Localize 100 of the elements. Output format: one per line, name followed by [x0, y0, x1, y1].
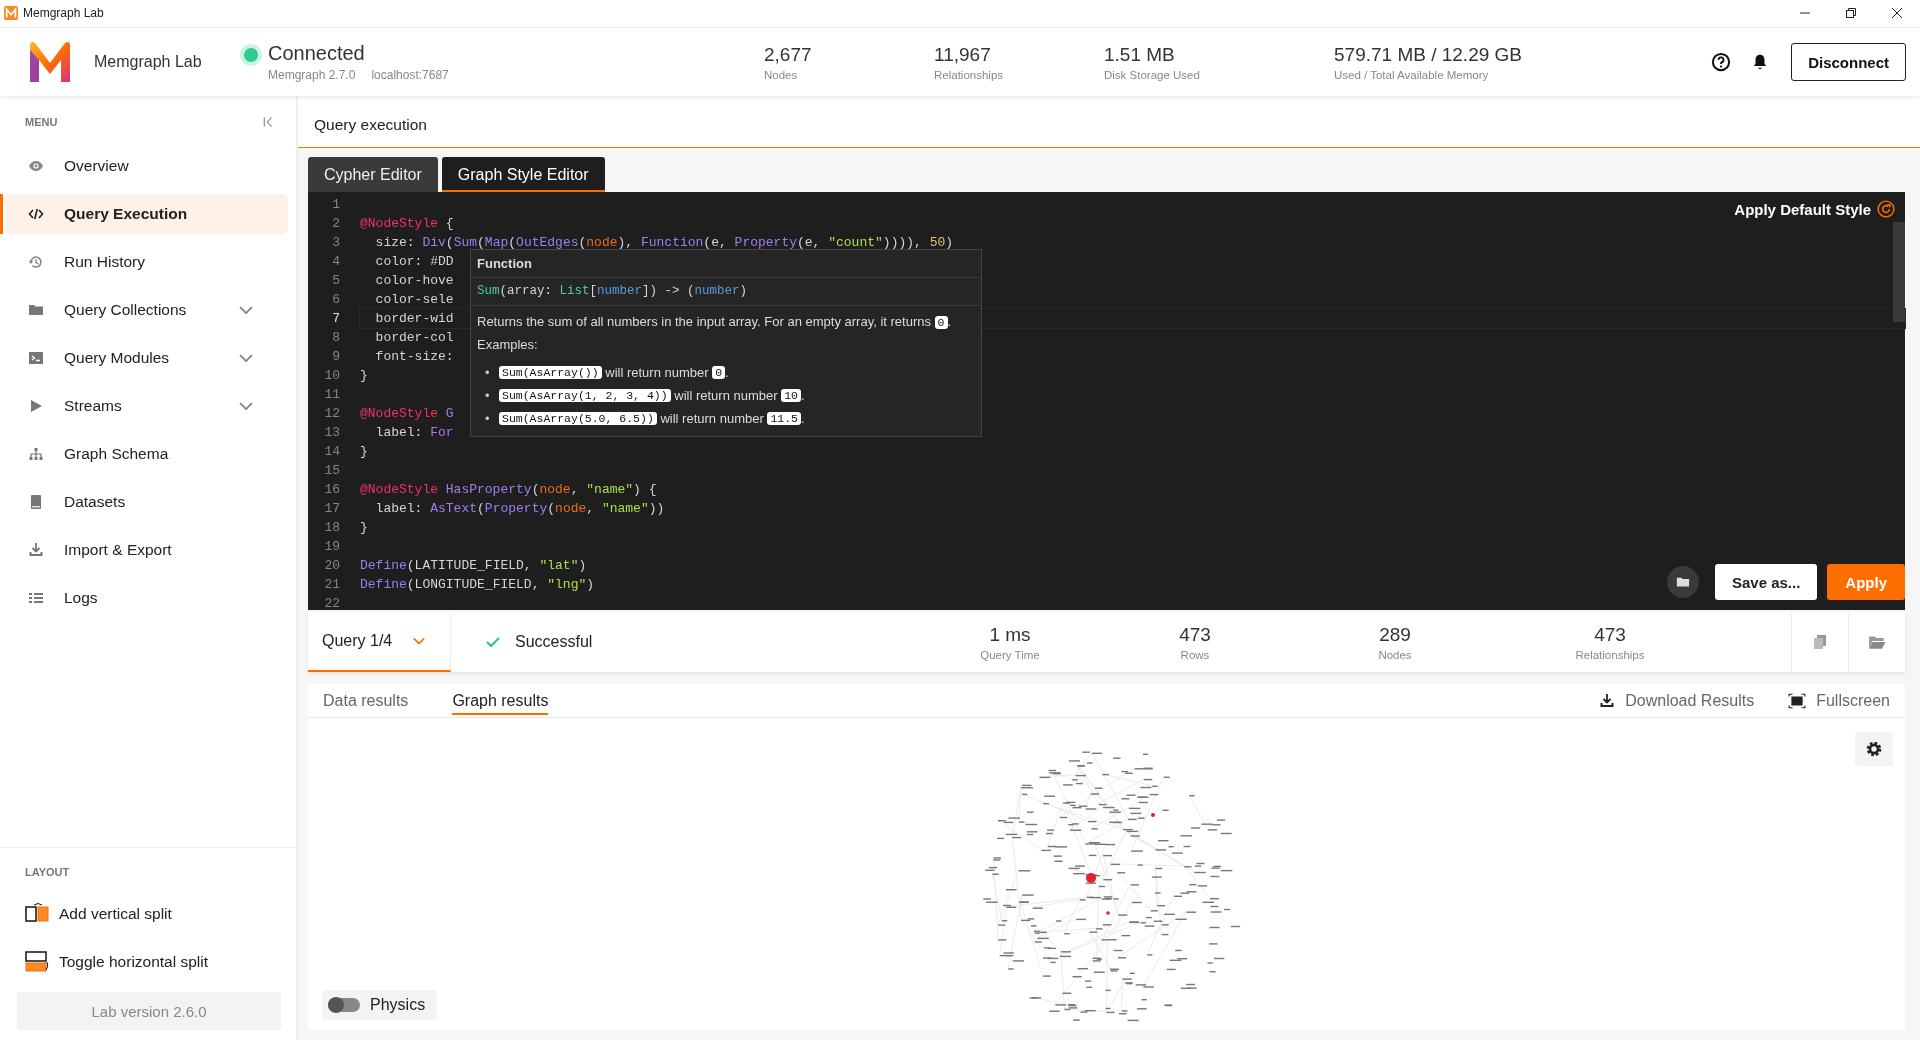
history-icon	[28, 254, 44, 270]
host-label: localhost:7687	[371, 68, 449, 82]
code-line: font-size:	[374, 348, 454, 366]
code-icon	[28, 206, 44, 222]
sidebar-item[interactable]: Import & Export	[0, 530, 288, 570]
version-label: Lab version 2.6.0	[17, 992, 281, 1030]
book-icon	[28, 494, 44, 510]
code-line: color: #DD	[374, 253, 454, 271]
section-heading: LAYOUT	[25, 866, 70, 878]
stat-value: 289	[1379, 623, 1411, 646]
editor-tab[interactable]: Graph Style Editor	[441, 157, 605, 192]
stat-label: Used / Total Available Memory	[1334, 68, 1490, 81]
graph-node-labels[interactable]	[983, 751, 1241, 1022]
stat-value: 579.71 MB / 12.29 GB	[1334, 43, 1523, 66]
graph-node[interactable]	[1151, 813, 1155, 817]
function-signature: Sum(array: List[number]) -> (number)	[471, 278, 981, 306]
download-results-button[interactable]: Download Results	[1599, 691, 1755, 710]
stat-label: Nodes	[1378, 648, 1412, 661]
line-number: 9	[331, 349, 341, 364]
line-number: 11	[323, 387, 341, 402]
code-line: size: Div(Sum(Map(OutEdges(node), Function(e, Property(e, "count")))), 50)	[374, 234, 954, 252]
folder-icon	[1675, 575, 1690, 589]
stat-label: Query Time	[980, 648, 1040, 661]
line-number: 18	[323, 520, 341, 535]
sidebar-item[interactable]: Run History	[0, 242, 288, 282]
layout-item[interactable]: Add vertical split	[0, 894, 296, 934]
line-number: 13	[323, 425, 341, 440]
query-status: Successful	[515, 633, 593, 651]
line-number: 1	[331, 197, 341, 212]
minimize-icon	[1800, 12, 1810, 14]
fullscreen-icon	[1788, 691, 1807, 710]
connection-status: Connected	[268, 42, 366, 65]
line-number: 10	[323, 368, 341, 383]
terminal-icon	[28, 350, 44, 366]
stat-value: 473	[1594, 623, 1626, 646]
stat-value: 2,677	[764, 43, 813, 66]
function-description: Returns the sum of all numbers in the input array. For an empty array, it returns 0 .	[476, 313, 953, 331]
copy-icon	[1812, 634, 1828, 650]
graph-node[interactable]	[1106, 911, 1110, 915]
code-line: }	[360, 443, 368, 461]
example-item: • Sum(AsArray()) will return number 0 .	[485, 363, 730, 382]
code-line: label: For	[374, 424, 454, 442]
window-title: Memgraph Lab	[23, 6, 104, 20]
example-item: • Sum(AsArray(5.0, 6.5)) will return number 11.5 .	[485, 409, 806, 428]
layout-item[interactable]: Toggle horizontal split	[0, 942, 296, 982]
sidebar-item[interactable]: Streams	[0, 386, 288, 426]
sidebar-item[interactable]: Overview	[0, 146, 288, 186]
page-title: Query execution	[298, 96, 1920, 148]
sidebar-item[interactable]: Logs	[0, 578, 288, 618]
stat-label: Nodes	[764, 68, 799, 81]
stat-value: 1.51 MB	[1104, 43, 1176, 66]
sidebar-item[interactable]: Datasets	[0, 482, 288, 522]
line-number: 8	[331, 330, 341, 345]
line-number: 4	[331, 254, 341, 269]
download-icon	[28, 542, 44, 558]
line-number: 7	[331, 311, 341, 326]
results-tab[interactable]: Data results	[323, 686, 409, 715]
physics-toggle[interactable]	[328, 998, 360, 1012]
line-number: 16	[323, 482, 341, 497]
restore-icon	[1846, 8, 1856, 18]
open-file-button[interactable]	[1666, 566, 1699, 598]
results-tab[interactable]: Graph results	[452, 686, 549, 715]
code-line: }	[360, 367, 368, 385]
folder-icon	[1868, 633, 1886, 651]
fullscreen-button[interactable]: Fullscreen	[1788, 691, 1890, 710]
save-as-button[interactable]: Save as...	[1714, 564, 1818, 600]
line-number: 21	[323, 577, 341, 592]
collapse-icon[interactable]	[262, 116, 274, 128]
refresh-icon	[1877, 200, 1895, 218]
sidebar-item[interactable]: Query Modules	[0, 338, 288, 378]
schema-icon	[28, 446, 44, 462]
apply-default-style-button[interactable]: Apply Default Style	[1734, 200, 1895, 218]
code-line: color-sele	[374, 291, 454, 309]
play-icon	[28, 398, 44, 414]
settings-button[interactable]	[1855, 732, 1893, 766]
line-number: 5	[331, 273, 341, 288]
code-line: Define(LONGITUDE_FIELD, "lng")	[360, 576, 595, 594]
stat-label: Disk Storage Used	[1104, 68, 1201, 81]
line-number: 22	[323, 596, 341, 611]
code-line: label: AsText(Property(node, "name"))	[374, 500, 665, 518]
line-number: 14	[323, 444, 341, 459]
query-selector[interactable]: Query 1/4	[308, 612, 451, 672]
horizontal-split-icon	[25, 950, 51, 974]
graph-node[interactable]	[1086, 873, 1096, 883]
stat-label: Rows	[1180, 648, 1210, 661]
example-item: • Sum(AsArray(1, 2, 3, 4)) will return number 10 .	[485, 386, 806, 405]
physics-label: Physics	[370, 996, 426, 1014]
app-name: Memgraph Lab	[94, 53, 203, 71]
stat-label: Relationships	[934, 68, 1005, 81]
help-icon[interactable]	[1711, 52, 1732, 72]
scrollbar[interactable]	[1893, 222, 1905, 322]
sidebar-item[interactable]: Query Collections	[0, 290, 288, 330]
sidebar-item[interactable]: Graph Schema	[0, 434, 288, 474]
code-line: @NodeStyle HasProperty(node, "name") {	[360, 481, 657, 499]
code-line: }	[360, 519, 368, 537]
line-number: 17	[323, 501, 341, 516]
app-icon	[4, 6, 18, 20]
editor-tab[interactable]: Cypher Editor	[308, 157, 438, 192]
disconnect-button[interactable]: Disconnect	[1791, 43, 1906, 81]
line-number: 12	[323, 406, 341, 421]
